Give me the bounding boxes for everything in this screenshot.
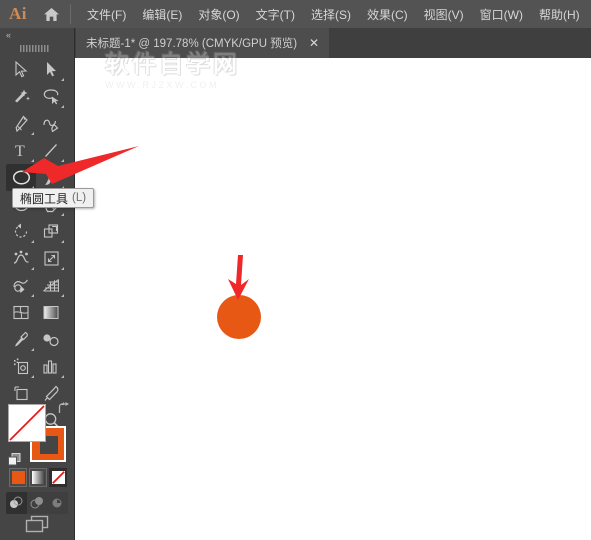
tool-lasso[interactable] <box>36 83 66 110</box>
tool-direct-selection[interactable] <box>36 56 66 83</box>
document-tab-bar: 未标题-1* @ 197.78% (CMYK/GPU 预览) ✕ <box>0 28 591 58</box>
menu-view[interactable]: 视图(V) <box>416 2 472 27</box>
menu-bar: Ai 文件(F) 编辑(E) 对象(O) 文字(T) 选择(S) 效果(C) 视… <box>0 0 591 28</box>
app-logo: Ai <box>9 4 27 23</box>
tool-selection[interactable] <box>6 56 36 83</box>
tool-grid: T <box>0 54 69 434</box>
flyout-corner-icon <box>31 240 34 243</box>
menu-window[interactable]: 窗口(W) <box>472 2 531 27</box>
tools-panel-drag-handle[interactable] <box>0 42 74 54</box>
draw-behind-icon[interactable] <box>27 492 48 514</box>
tool-paintbrush[interactable] <box>36 164 66 191</box>
flyout-corner-icon <box>31 267 34 270</box>
menu-file[interactable]: 文件(F) <box>79 2 134 27</box>
tool-ellipse[interactable] <box>6 164 36 191</box>
tool-rotate[interactable] <box>6 218 36 245</box>
close-icon[interactable]: ✕ <box>307 36 321 50</box>
flyout-corner-icon <box>61 375 64 378</box>
tool-type[interactable]: T <box>6 137 36 164</box>
drawing-mode-row <box>6 492 68 514</box>
document-tab-title: 未标题-1* @ 197.78% (CMYK/GPU 预览) <box>86 38 298 50</box>
tool-line-segment[interactable] <box>36 137 66 164</box>
screen-mode-icon[interactable] <box>0 512 74 536</box>
flyout-corner-icon <box>61 294 64 297</box>
tool-width-warp[interactable] <box>6 245 36 272</box>
flyout-corner-icon <box>31 375 34 378</box>
flyout-corner-icon <box>61 159 64 162</box>
tools-panel-header: « <box>0 28 74 42</box>
flyout-corner-icon <box>31 132 34 135</box>
fill-swatch[interactable] <box>8 404 46 442</box>
collapse-panel-icon[interactable]: « <box>6 30 11 40</box>
default-fill-stroke-icon[interactable] <box>8 453 21 466</box>
flyout-corner-icon <box>61 78 64 81</box>
tool-blend[interactable] <box>36 326 66 353</box>
menu-effect[interactable]: 效果(C) <box>359 2 416 27</box>
none-swatch-icon[interactable] <box>49 468 67 487</box>
draw-normal-icon[interactable] <box>6 492 27 514</box>
flyout-corner-icon <box>61 213 64 216</box>
tool-tooltip: 椭圆工具 (L) <box>12 188 95 208</box>
flyout-corner-icon <box>61 105 64 108</box>
document-tab[interactable]: 未标题-1* @ 197.78% (CMYK/GPU 预览) ✕ <box>76 28 330 58</box>
menu-separator <box>70 4 71 24</box>
menu-type[interactable]: 文字(T) <box>248 2 303 27</box>
menu-object[interactable]: 对象(O) <box>190 2 247 27</box>
watermark-sub-text: WWW.RJZXW.COM <box>105 80 219 90</box>
tool-free-transform[interactable] <box>36 245 66 272</box>
tools-panel: « T <box>0 28 75 540</box>
orange-circle-shape[interactable] <box>217 295 261 339</box>
swap-fill-stroke-icon[interactable] <box>56 402 70 416</box>
tool-curvature[interactable] <box>36 110 66 137</box>
tooltip-shortcut: (L) <box>72 192 87 204</box>
tool-mesh[interactable] <box>6 299 36 326</box>
tool-symbol-sprayer[interactable] <box>6 353 36 380</box>
home-icon[interactable] <box>36 0 66 28</box>
tool-perspective-grid[interactable] <box>36 272 66 299</box>
menu-item-list: 文件(F) 编辑(E) 对象(O) 文字(T) 选择(S) 效果(C) 视图(V… <box>79 2 588 27</box>
gradient-swatch-icon[interactable] <box>29 468 47 487</box>
illustrator-window: Ai 文件(F) 编辑(E) 对象(O) 文字(T) 选择(S) 效果(C) 视… <box>0 0 591 540</box>
color-swatch-icon[interactable] <box>9 468 27 487</box>
menu-help[interactable]: 帮助(H) <box>531 2 588 27</box>
tooltip-text: 椭圆工具 <box>20 191 69 206</box>
tool-eyedropper[interactable] <box>6 326 36 353</box>
canvas[interactable]: 软件自学网 WWW.RJZXW.COM <box>75 50 591 540</box>
tool-magic-wand[interactable] <box>6 83 36 110</box>
menu-edit[interactable]: 编辑(E) <box>134 2 190 27</box>
tool-scale[interactable] <box>36 218 66 245</box>
color-controls <box>0 400 74 540</box>
menu-select[interactable]: 选择(S) <box>303 2 359 27</box>
flyout-corner-icon <box>61 240 64 243</box>
flyout-corner-icon <box>61 267 64 270</box>
tool-gradient[interactable] <box>36 299 66 326</box>
flyout-corner-icon <box>31 159 34 162</box>
flyout-corner-icon <box>31 348 34 351</box>
tool-pen[interactable] <box>6 110 36 137</box>
tool-column-graph[interactable] <box>36 353 66 380</box>
flyout-corner-icon <box>31 294 34 297</box>
draw-inside-icon[interactable] <box>47 492 68 514</box>
paint-mode-row <box>9 468 67 487</box>
tool-shape-builder[interactable] <box>6 272 36 299</box>
svg-text:T: T <box>15 143 25 159</box>
fill-stroke-indicator <box>8 402 69 466</box>
